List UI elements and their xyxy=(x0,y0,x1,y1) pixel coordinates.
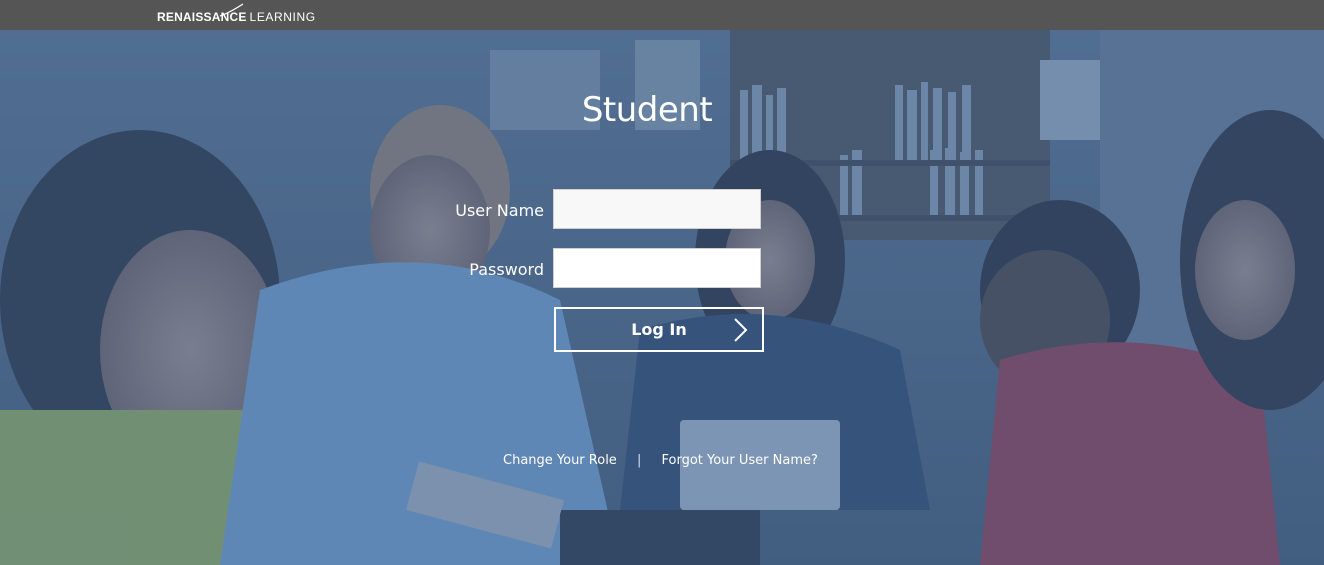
top-bar: RENAISSANCE LEARNING xyxy=(0,0,1324,30)
login-page: RENAISSANCE LEARNING Student User Name P… xyxy=(0,0,1324,565)
password-label: Password xyxy=(469,260,544,279)
renaissance-learning-logo[interactable]: RENAISSANCE LEARNING xyxy=(157,3,316,26)
login-content: Student User Name Password Log In Change… xyxy=(0,30,1324,565)
username-input[interactable] xyxy=(553,189,761,229)
link-separator: | xyxy=(636,453,642,468)
login-button-label: Log In xyxy=(631,320,687,339)
swoosh-icon xyxy=(219,3,244,17)
forgot-username-link[interactable]: Forgot Your User Name? xyxy=(661,453,817,468)
change-role-link[interactable]: Change Your Role xyxy=(503,453,617,468)
chevron-right-icon xyxy=(734,318,748,342)
logo-text-light: LEARNING xyxy=(249,10,316,24)
page-title: Student xyxy=(0,90,1294,130)
title-text: Student xyxy=(581,90,713,130)
login-button[interactable]: Log In xyxy=(554,307,764,352)
password-input[interactable] xyxy=(553,248,761,288)
username-label: User Name xyxy=(455,201,544,220)
